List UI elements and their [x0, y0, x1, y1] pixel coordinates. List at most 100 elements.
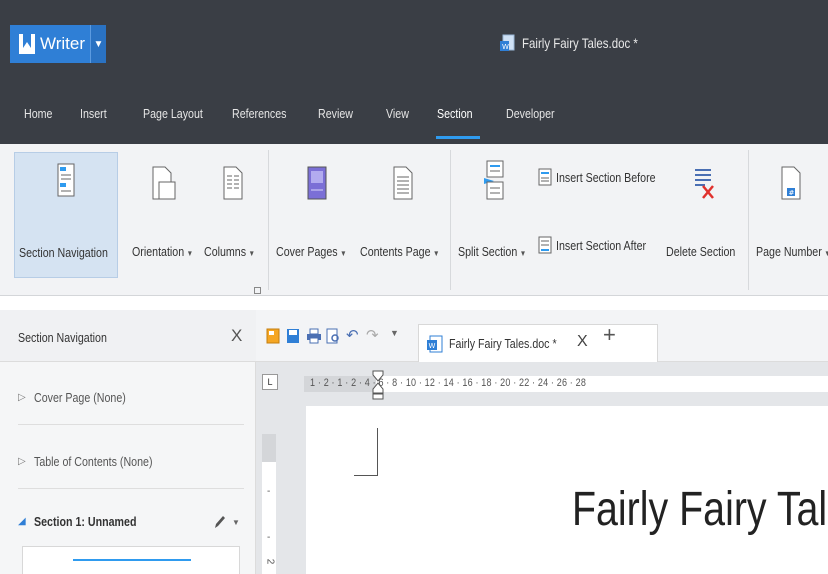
nav-item-label: Section 1: Unnamed: [33, 514, 137, 529]
document-icon: W: [500, 34, 515, 51]
menu-page-layout[interactable]: Page Layout: [143, 106, 203, 121]
collapse-arrow-icon[interactable]: ◢: [18, 516, 26, 527]
ribbon-separator: [748, 150, 749, 290]
redo-icon[interactable]: ↷: [366, 326, 379, 344]
delete-section-label: Delete Section: [666, 244, 736, 259]
vertical-ruler[interactable]: - - 2: [262, 434, 276, 574]
section-thumbnail[interactable]: [22, 546, 240, 574]
horizontal-ruler[interactable]: 1 · 2 · 1 · 2 · 4 · 6 · 8 · 10 · 12 · 14…: [304, 370, 828, 400]
nav-item-table-of-contents[interactable]: ▷ Table of Contents (None): [18, 454, 178, 469]
menu-section[interactable]: Section: [437, 106, 473, 121]
edit-section-name-button[interactable]: ▼: [212, 514, 240, 530]
nav-divider: [18, 424, 244, 425]
new-tab-icon[interactable]: +: [603, 322, 616, 348]
menu-home[interactable]: Home: [24, 106, 52, 121]
section-navigation-title: Section Navigation: [18, 330, 107, 345]
menu-references[interactable]: References: [232, 106, 287, 121]
nav-item-label: Table of Contents (None): [33, 454, 153, 469]
nav-item-cover-page[interactable]: ▷ Cover Page (None): [18, 390, 146, 405]
section-navigation-header: Section Navigation X: [0, 310, 256, 362]
ruler-margin: [262, 434, 276, 462]
window-title: W Fairly Fairy Tales.doc *: [500, 34, 663, 52]
contents-page-icon: [393, 166, 413, 200]
page-number-label: Page Number▼: [756, 244, 828, 259]
svg-text:#: #: [789, 189, 795, 197]
insert-section-after-icon: [538, 236, 552, 254]
undo-icon[interactable]: ↶: [346, 326, 359, 344]
document-tab-title: Fairly Fairy Tales.doc *: [449, 336, 557, 351]
ruler-mark: 2: [264, 558, 276, 565]
expand-arrow-icon[interactable]: ▷: [18, 392, 26, 403]
document-tab[interactable]: W Fairly Fairy Tales.doc * X: [418, 324, 658, 362]
page-number-icon: #: [781, 166, 801, 200]
cover-pages-button[interactable]: Cover Pages ▼: [274, 152, 360, 278]
cover-pages-label: Cover Pages ▼: [276, 244, 347, 259]
menu-developer[interactable]: Developer: [506, 106, 555, 121]
insert-section-before-button[interactable]: Insert Section Before: [538, 168, 677, 186]
save-icon[interactable]: [286, 328, 300, 347]
word-document-icon: W: [427, 335, 443, 352]
margin-corner-mark: [354, 428, 378, 476]
ruler-mark: -: [267, 532, 271, 543]
print-icon[interactable]: [306, 328, 322, 347]
page-setup-launcher-icon[interactable]: [254, 287, 261, 294]
tab-stop-selector[interactable]: L: [262, 374, 278, 390]
ribbon-separator: [268, 150, 269, 290]
document-area: L 1 · 2 · 1 · 2 · 4 · 6 · 8 · 10 · 12 · …: [256, 362, 828, 574]
svg-text:W: W: [429, 342, 436, 350]
app-menu-caret-icon[interactable]: ▼: [90, 25, 106, 63]
orientation-button[interactable]: Orientation ▼: [126, 152, 202, 278]
ribbon-separator: [450, 150, 451, 290]
split-section-label: Split Section ▼: [458, 244, 527, 259]
split-section-button[interactable]: Split Section ▼: [456, 152, 534, 278]
contents-page-button[interactable]: Contents Page ▼: [360, 152, 446, 278]
print-preview-icon[interactable]: [326, 328, 340, 347]
orientation-label: Orientation ▼: [132, 244, 194, 259]
tab-strip: ↶ ↷ ▼ W Fairly Fairy Tales.doc * X +: [256, 310, 828, 362]
document-heading[interactable]: Fairly Fairy Tale: [572, 482, 828, 537]
section-navigation-label: Section Navigation: [19, 245, 108, 260]
thumbnail-highlight: [73, 559, 191, 561]
insert-section-before-label: Insert Section Before: [556, 169, 656, 185]
menu-insert[interactable]: Insert: [80, 106, 107, 121]
dropdown-caret-icon[interactable]: ▼: [232, 518, 240, 527]
indent-marker-icon: [372, 370, 384, 400]
close-panel-icon[interactable]: X: [231, 326, 242, 346]
window-title-text: Fairly Fairy Tales.doc *: [522, 35, 638, 51]
ruler-mark: -: [267, 486, 271, 497]
insert-section-after-label: Insert Section After: [556, 237, 647, 253]
title-bar: Writer ▼ W Fairly Fairy Tales.doc *: [0, 0, 828, 92]
expand-arrow-icon[interactable]: ▷: [18, 456, 26, 467]
nav-divider: [18, 488, 244, 489]
contents-page-label: Contents Page ▼: [360, 244, 440, 259]
page-number-button[interactable]: # Page Number▼: [754, 152, 828, 278]
section-navigation-button[interactable]: Section Navigation: [14, 152, 118, 278]
active-menu-indicator: [436, 136, 480, 139]
ruler-scale: 1 · 2 · 1 · 2 · 4 · 6 · 8 · 10 · 12 · 14…: [310, 377, 587, 389]
svg-text:W: W: [502, 43, 509, 51]
quick-access-dropdown-icon[interactable]: ▼: [390, 328, 399, 338]
pencil-icon: [215, 516, 225, 528]
section-navigation-panel: ▷ Cover Page (None) ▷ Table of Contents …: [0, 362, 256, 574]
section-navigation-icon: [57, 163, 75, 197]
app-menu-button[interactable]: Writer ▼: [10, 25, 106, 63]
menu-review[interactable]: Review: [318, 106, 353, 121]
columns-button[interactable]: Columns ▼: [202, 152, 264, 278]
menu-bar: Home Insert Page Layout References Revie…: [0, 92, 828, 144]
new-document-icon[interactable]: [266, 328, 280, 347]
insert-section-after-button[interactable]: Insert Section After: [538, 236, 666, 254]
orientation-icon: [152, 166, 176, 200]
split-section-icon: [484, 160, 504, 200]
writer-logo-icon: [16, 30, 38, 58]
document-page[interactable]: Fairly Fairy Tale: [306, 406, 828, 574]
cover-pages-icon: [307, 166, 327, 200]
delete-section-icon: [695, 169, 714, 199]
columns-label: Columns ▼: [204, 244, 256, 259]
close-tab-icon[interactable]: X: [577, 333, 588, 351]
insert-section-before-icon: [538, 168, 552, 186]
nav-item-label: Cover Page (None): [33, 390, 126, 405]
nav-item-section-1[interactable]: ◢ Section 1: Unnamed: [18, 514, 159, 529]
menu-view[interactable]: View: [386, 106, 409, 121]
delete-section-button[interactable]: Delete Section: [664, 152, 744, 278]
app-name: Writer: [40, 34, 86, 53]
